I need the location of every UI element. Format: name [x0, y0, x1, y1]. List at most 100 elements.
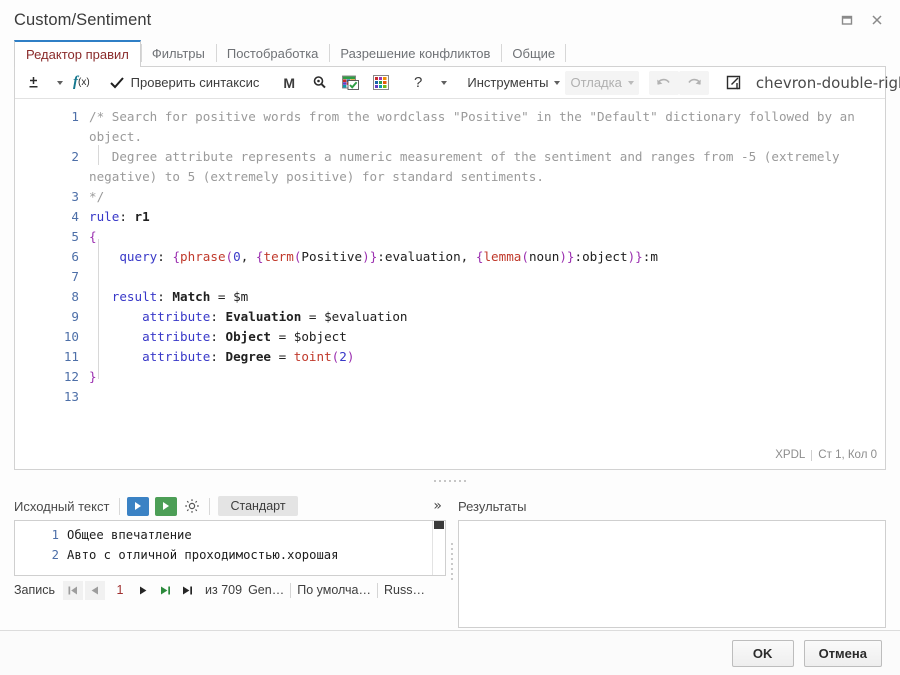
code-token: ) — [346, 349, 355, 364]
go-previous-icon[interactable] — [85, 580, 106, 600]
redo-icon[interactable] — [678, 70, 709, 95]
close-icon[interactable] — [862, 6, 892, 34]
source-panel-toolbar: Исходный текст Стандарт » — [14, 492, 446, 520]
results-panel-title: Результаты — [458, 498, 527, 514]
run-step-icon[interactable] — [155, 496, 178, 516]
line-number: 1 — [71, 109, 79, 124]
function-fx-icon[interactable]: f (x) — [68, 71, 95, 95]
code-line: 8 result: Match = $m — [15, 287, 885, 307]
debug-menu[interactable]: Отладка — [565, 70, 639, 95]
line-number: 11 — [63, 349, 79, 364]
code-line-text: */ — [89, 187, 885, 207]
plus-minus-icon[interactable] — [21, 71, 46, 95]
line-number: 9 — [71, 309, 79, 324]
code-line-text: attribute: Object = $object — [89, 327, 885, 347]
tab-general[interactable]: Общие — [501, 40, 566, 66]
code-line-list: 1 /* Search for positive words from the w… — [15, 107, 885, 407]
go-last-icon[interactable] — [177, 581, 197, 600]
ok-button[interactable]: OK — [731, 639, 794, 667]
code-line: 7 — [15, 267, 885, 287]
code-token: = — [271, 349, 294, 364]
title-bar: Custom/Sentiment — [0, 0, 900, 40]
code-token: r1 — [134, 209, 150, 224]
record-default-setting[interactable]: По умолча… — [297, 583, 371, 597]
code-token: */ — [89, 189, 105, 204]
preset-label: Стандарт — [230, 499, 286, 513]
code-token: } — [566, 249, 575, 264]
vertical-splitter[interactable] — [446, 492, 458, 630]
code-token: = — [210, 289, 234, 304]
source-line: Общее впечатление — [67, 528, 192, 542]
code-line: 12} — [15, 367, 885, 387]
source-scrollbar[interactable] — [432, 521, 445, 575]
line-number: 13 — [63, 389, 79, 404]
debug-label: Отладка — [570, 75, 622, 90]
search-icon[interactable] — [304, 71, 335, 95]
record-generator[interactable]: Gen… — [248, 583, 284, 597]
code-line-text: { — [89, 227, 885, 247]
record-language[interactable]: Russ… — [384, 583, 425, 597]
help-icon[interactable]: ? — [406, 71, 430, 95]
code-token: toint — [293, 349, 332, 364]
results-content[interactable] — [458, 520, 886, 628]
splitter-dots — [434, 480, 466, 482]
record-total: из 709 — [205, 583, 243, 597]
code-token: $m — [233, 289, 249, 304]
cancel-button[interactable]: Отмена — [803, 639, 882, 667]
code-token: : — [210, 329, 226, 344]
source-text-view[interactable]: 1 2 Общее впечатление Авто с отличной пр… — [14, 520, 446, 576]
record-current-number[interactable]: 1 — [107, 583, 133, 597]
macro-icon[interactable]: M — [274, 71, 304, 95]
line-number: 2 — [71, 149, 79, 164]
tab-conflict-resolution[interactable]: Разрешение конфликтов — [329, 40, 501, 66]
line-number: 7 — [71, 269, 79, 284]
code-token: Match — [172, 289, 211, 304]
check-syntax-button[interactable]: Проверить синтаксис — [105, 71, 265, 95]
chevron-double-right-icon[interactable]: » — [429, 498, 446, 514]
tab-rule-editor[interactable]: Редактор правил — [14, 40, 141, 67]
code-line: 1 /* Search for positive words from the w… — [15, 107, 885, 147]
run-icon[interactable] — [127, 496, 150, 516]
code-token: phrase — [180, 249, 226, 264]
source-text-panel: Исходный текст Стандарт » 1 2 Общее впеч… — [14, 492, 446, 630]
horizontal-splitter[interactable] — [0, 470, 900, 492]
tools-menu[interactable]: Инструменты — [462, 71, 565, 95]
dictionary-check-icon[interactable] — [335, 71, 366, 95]
code-line: 3 */ — [15, 187, 885, 207]
go-next-icon[interactable] — [133, 581, 153, 600]
help-dropdown[interactable] — [430, 71, 452, 95]
code-token: , — [240, 249, 256, 264]
code-line-text: /* Search for positive words from the wo… — [89, 107, 885, 147]
tab-postprocessing[interactable]: Постобработка — [215, 40, 330, 66]
scrollbar-thumb[interactable] — [434, 521, 444, 529]
toolbar-divider — [119, 497, 121, 515]
restore-window-icon[interactable] — [832, 6, 862, 34]
code-token: :m — [642, 249, 658, 264]
undo-icon[interactable] — [648, 70, 679, 95]
code-token: = — [301, 309, 325, 324]
checkmark-icon — [109, 76, 124, 89]
chevron-double-right-icon[interactable]: chevron-double-right-icon — [748, 71, 900, 95]
tab-filters[interactable]: Фильтры — [140, 40, 216, 66]
code-line-text: } — [89, 367, 885, 387]
preset-selector[interactable]: Стандарт — [218, 496, 298, 516]
gear-icon[interactable] — [183, 497, 201, 515]
go-first-icon[interactable] — [63, 580, 84, 600]
go-last-green-icon[interactable] — [155, 581, 175, 600]
code-token: ) — [559, 249, 567, 264]
code-token: : — [157, 249, 173, 264]
plus-minus-dropdown[interactable] — [46, 71, 68, 95]
code-token: } — [89, 369, 97, 384]
record-navigation-bar: Запись 1 из 709 Gen… По умолча… Russ… — [14, 576, 446, 602]
check-syntax-label: Проверить синтаксис — [130, 75, 260, 90]
color-grid-icon[interactable] — [366, 71, 396, 95]
tab-label: Разрешение конфликтов — [340, 45, 491, 61]
code-line: 6 query: {phrase(0, {term(Positive)}:eva… — [15, 247, 885, 267]
code-token: 2 — [339, 349, 347, 364]
code-token: ( — [225, 249, 234, 264]
code-token: Degree — [225, 349, 272, 364]
code-editor[interactable]: 1 /* Search for positive words from the w… — [15, 99, 885, 469]
open-external-icon[interactable] — [719, 71, 748, 95]
code-token: result — [111, 289, 158, 304]
source-line: Авто с отличной проходимостью.хорошая — [67, 548, 339, 562]
